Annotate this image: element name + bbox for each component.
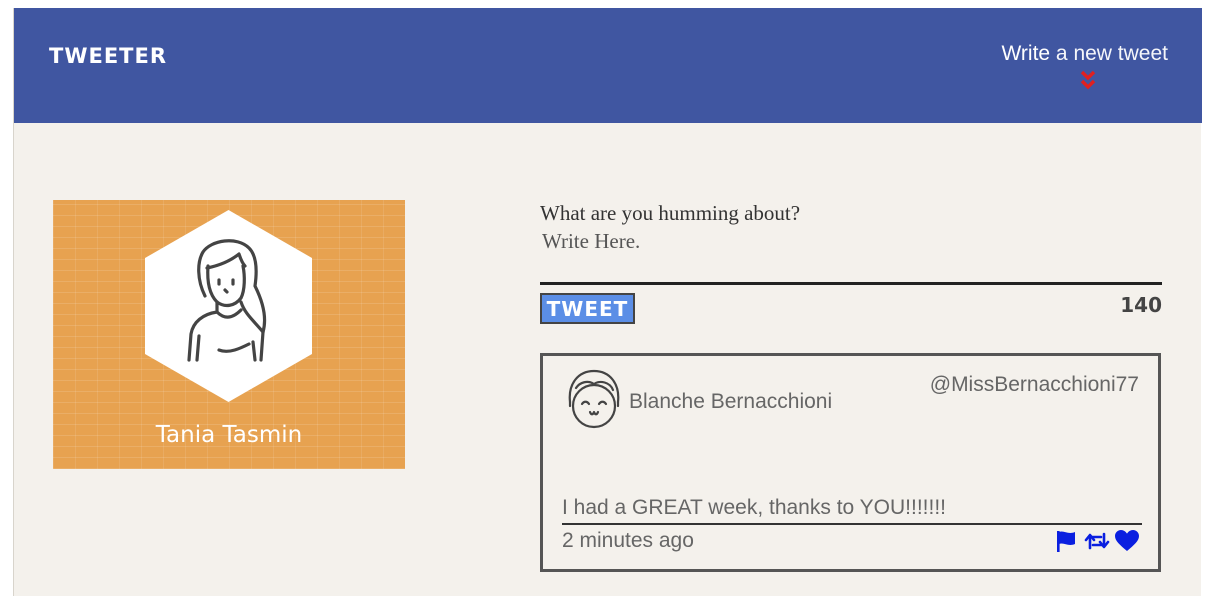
- compose-form: What are you humming about? TWEET 140: [540, 201, 1162, 324]
- tweet-card: Blanche Bernacchioni @MissBernacchioni77…: [540, 353, 1161, 572]
- page: TWEETER Write a new tweet Tania Tasmin W…: [13, 8, 1202, 596]
- tweet-text: I had a GREAT week, thanks to YOU!!!!!!!: [562, 496, 947, 519]
- tweet-author-handle: @MissBernacchioni77: [929, 373, 1139, 396]
- brand-logo[interactable]: TWEETER: [49, 44, 167, 68]
- compose-label: What are you humming about?: [540, 201, 801, 225]
- compose-toggle-light: a new tweet: [1050, 42, 1168, 65]
- tweet-author-name: Blanche Bernacchioni: [629, 390, 833, 413]
- profile-name: Tania Tasmin: [155, 422, 303, 448]
- write-new-tweet-toggle[interactable]: Write a new tweet: [1001, 42, 1168, 66]
- heart-icon[interactable]: [1114, 529, 1140, 553]
- tweet-timestamp: 2 minutes ago: [562, 529, 694, 552]
- navbar: TWEETER Write a new tweet: [14, 8, 1202, 123]
- tweet-text-input[interactable]: [540, 227, 1162, 285]
- tweet-submit-button[interactable]: TWEET: [540, 293, 635, 324]
- character-counter: 140: [1120, 293, 1162, 317]
- girl-smiling-avatar-icon: [568, 369, 620, 429]
- flag-icon[interactable]: [1054, 529, 1080, 553]
- woman-avatar-icon: [145, 210, 312, 402]
- double-chevron-down-icon[interactable]: [1080, 70, 1096, 92]
- retweet-icon[interactable]: [1084, 529, 1110, 553]
- tweet-actions: [1054, 529, 1140, 553]
- compose-toggle-strong: Write: [1001, 42, 1051, 65]
- profile-card: Tania Tasmin: [53, 200, 405, 469]
- tweet-divider: [562, 523, 1142, 525]
